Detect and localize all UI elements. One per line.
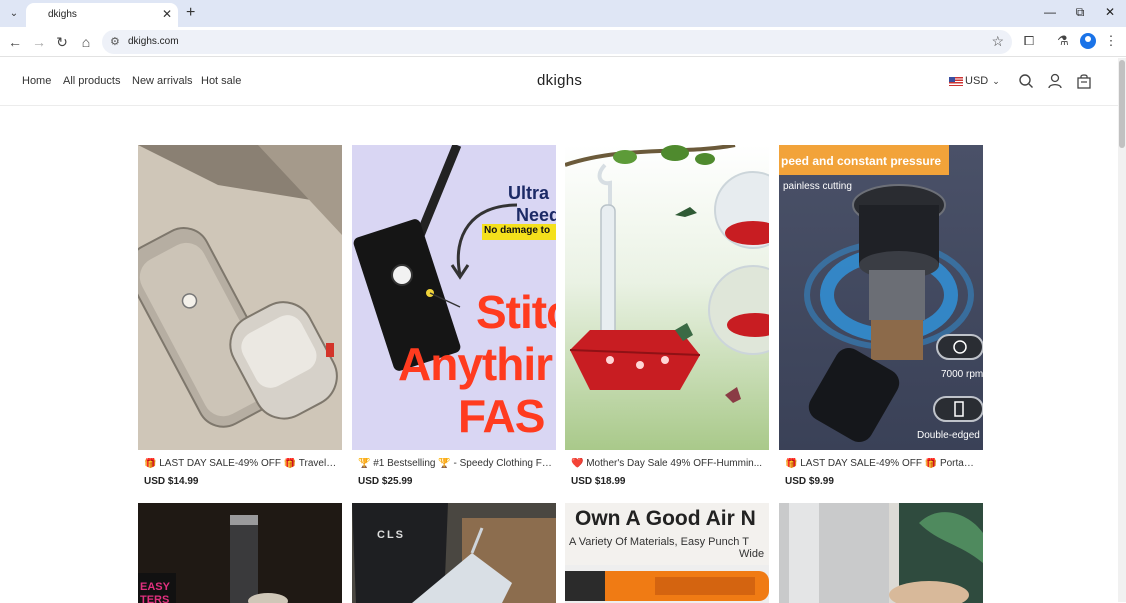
url-text[interactable]: dkighs.com	[128, 36, 179, 47]
home-icon[interactable]: ⌂	[77, 33, 95, 51]
image-text: A Variety Of Materials, Easy Punch T	[569, 536, 749, 548]
restore-icon[interactable]: ⧉	[1072, 5, 1088, 20]
chevron-down-icon: ⌄	[992, 75, 1000, 86]
tab-search-icon[interactable]: ⌄	[6, 5, 22, 21]
currency-label: USD	[965, 75, 989, 87]
browser-tab[interactable]: dkighs ✕	[26, 3, 178, 27]
image-text: CLS	[377, 529, 405, 541]
product-image-wine-opener[interactable]: EASY TERS	[138, 503, 342, 603]
new-tab-icon[interactable]: +	[186, 4, 195, 22]
product-image-steel-cup[interactable]	[779, 503, 983, 603]
image-text: Wide	[739, 548, 765, 560]
tab-close-icon[interactable]: ✕	[162, 7, 172, 21]
scrollbar-thumb[interactable]	[1119, 60, 1125, 148]
product-image-hummingbird-feeder[interactable]	[565, 145, 769, 450]
browser-toolbar: ← → ↻ ⌂ ⚙ dkighs.com ☆ ⧠ ⚗ ⋮	[0, 27, 1126, 57]
product-image-air-nailer[interactable]: Own A Good Air N A Variety Of Materials,…	[565, 503, 769, 603]
browser-tab-bar: ⌄ dkighs ✕ + — ⧉ ✕	[0, 0, 1126, 27]
us-flag-icon	[949, 76, 963, 86]
product-image-portable-cutter[interactable]: peed and constant pressure painless cutt…	[779, 145, 983, 450]
product-image-toothbrush-holder[interactable]	[138, 145, 342, 450]
image-text: 7000 rpm	[941, 369, 983, 380]
profile-avatar-icon[interactable]	[1080, 33, 1096, 49]
image-text: Ultra	[508, 183, 550, 203]
image-text: Anythir	[398, 338, 553, 390]
page-scrollbar[interactable]	[1118, 58, 1126, 602]
product-image-clothing-fixer[interactable]: Ultra Need No damage to Stitc Anythir FA…	[352, 145, 556, 450]
tab-title: dkighs	[48, 9, 77, 20]
product-price: USD $25.99	[358, 476, 413, 487]
product-title[interactable]: 🎁 LAST DAY SALE-49% OFF 🎁 Portable ...	[785, 458, 979, 469]
more-menu-icon[interactable]: ⋮	[1102, 33, 1120, 49]
bookmark-star-icon[interactable]: ☆	[991, 33, 1004, 50]
image-text: Need	[516, 205, 556, 225]
site-brand[interactable]: dkighs	[537, 72, 582, 89]
product-title[interactable]: ❤️ Mother's Day Sale 49% OFF-Hummin...	[571, 458, 765, 469]
cart-icon[interactable]	[1076, 73, 1092, 89]
image-text: Own A Good Air N	[575, 507, 756, 530]
product-price: USD $14.99	[144, 476, 199, 487]
site-header: Home All products New arrivals Hot sale …	[0, 58, 1118, 106]
product-title[interactable]: 🏆 #1 Bestselling 🏆 - Speedy Clothing Fi.…	[358, 458, 552, 469]
product-price: USD $18.99	[571, 476, 626, 487]
currency-selector[interactable]: USD ⌄	[949, 75, 1000, 87]
forward-icon[interactable]: →	[30, 33, 48, 51]
product-price: USD $9.99	[785, 476, 834, 487]
labs-icon[interactable]: ⚗	[1054, 33, 1072, 49]
nav-new-arrivals[interactable]: New arrivals	[132, 75, 193, 87]
extensions-icon[interactable]: ⧠	[1020, 33, 1038, 49]
close-window-icon[interactable]: ✕	[1102, 5, 1118, 19]
image-text: EASY	[140, 581, 170, 593]
product-title[interactable]: 🎁 LAST DAY SALE-49% OFF 🎁 Travel So...	[144, 458, 338, 469]
nav-all-products[interactable]: All products	[63, 75, 120, 87]
address-bar[interactable]: ⚙ dkighs.com ☆	[102, 30, 1012, 54]
back-icon[interactable]: ←	[6, 33, 24, 51]
image-text: peed and constant pressure	[781, 154, 942, 168]
nav-hot-sale[interactable]: Hot sale	[201, 75, 241, 87]
nav-home[interactable]: Home	[22, 75, 51, 87]
site-info-icon[interactable]: ⚙	[110, 35, 120, 48]
image-text: Double-edged	[917, 430, 980, 441]
image-text: FAS	[458, 390, 545, 442]
reload-icon[interactable]: ↻	[53, 33, 71, 51]
image-text: No damage to	[484, 225, 551, 236]
minimize-icon[interactable]: —	[1042, 5, 1058, 19]
search-icon[interactable]	[1018, 73, 1034, 89]
image-text: painless cutting	[783, 181, 852, 192]
image-text: Stitc	[476, 286, 556, 338]
product-image-tumbler[interactable]: CLS	[352, 503, 556, 603]
account-icon[interactable]	[1047, 73, 1063, 89]
